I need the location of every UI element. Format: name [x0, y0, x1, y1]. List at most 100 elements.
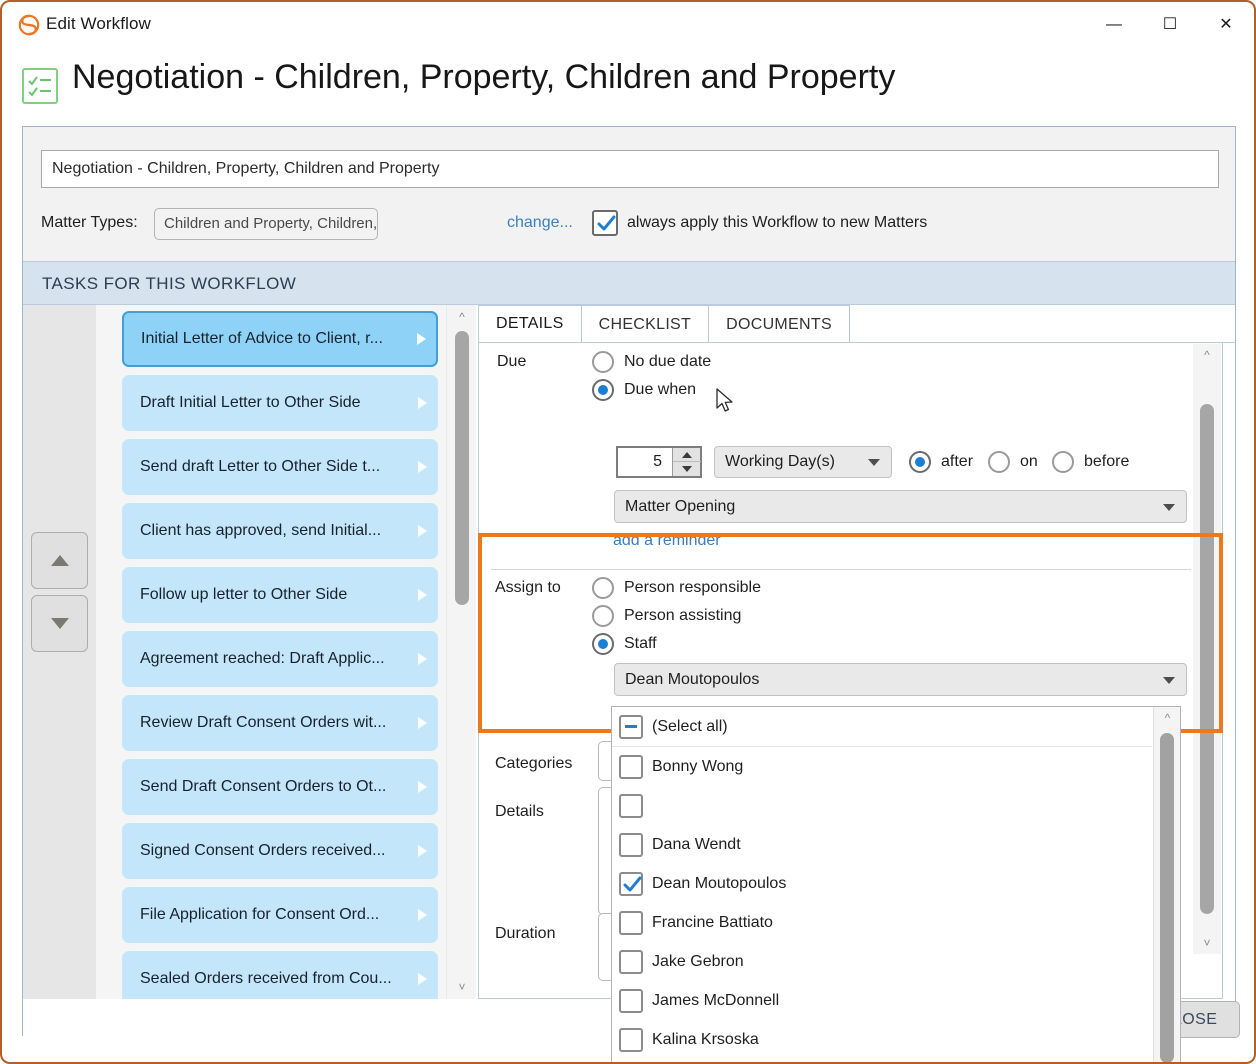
move-task-down-button[interactable]	[31, 595, 88, 652]
dropdown-item-label: Bonny Wong	[652, 757, 744, 775]
task-item[interactable]: Initial Letter of Advice to Client, r...	[122, 311, 438, 367]
tab-details[interactable]: DETAILS	[478, 305, 582, 343]
tab-checklist[interactable]: CHECKLIST	[580, 305, 710, 343]
tab-documents[interactable]: DOCUMENTS	[708, 305, 850, 343]
task-item[interactable]: Agreement reached: Draft Applic...	[122, 631, 438, 687]
scrollbar-thumb[interactable]	[1200, 404, 1214, 914]
scroll-up-icon[interactable]: ^	[1154, 707, 1180, 729]
checkbox-icon[interactable]	[619, 988, 643, 1013]
task-item[interactable]: Follow up letter to Other Side	[122, 567, 438, 623]
task-label: Send Draft Consent Orders to Ot...	[140, 778, 387, 795]
checkbox-icon[interactable]	[619, 832, 643, 857]
change-matter-types-link[interactable]: change...	[507, 214, 573, 232]
page-title: Negotiation - Children, Property, Childr…	[72, 58, 896, 96]
dropdown-item[interactable]: Bonny Wong	[612, 747, 1152, 786]
task-label: Review Draft Consent Orders wit...	[140, 714, 387, 731]
staff-select[interactable]: Dean Moutopoulos	[614, 663, 1187, 696]
arrow-down-icon	[682, 466, 692, 472]
no-due-date-radio[interactable]	[592, 351, 614, 373]
checkbox-icon[interactable]	[619, 754, 643, 779]
dropdown-item[interactable]: Francine Battiato	[612, 903, 1152, 942]
task-item[interactable]: Signed Consent Orders received...	[122, 823, 438, 879]
dropdown-item-selected[interactable]: Dean Moutopoulos	[612, 864, 1152, 903]
close-window-button[interactable]: ✕	[1198, 2, 1254, 48]
minimize-icon: —	[1106, 16, 1122, 33]
task-list-scrollbar[interactable]: ^ ˅	[446, 305, 476, 999]
matter-types-value: Children and Property, Children, Propert…	[154, 208, 378, 240]
dropdown-item[interactable]: Dana Wendt	[612, 825, 1152, 864]
checkbox-partial-icon[interactable]	[619, 714, 643, 739]
chevron-down-icon	[868, 459, 880, 466]
checklist-icon	[22, 68, 58, 104]
chevron-right-icon	[418, 717, 427, 729]
due-label: Due	[497, 353, 527, 370]
dropdown-scrollbar[interactable]: ^	[1153, 707, 1180, 1063]
staff-dropdown-list[interactable]: (Select all) Bonny Wong Dana Wendt Dean …	[611, 706, 1181, 1064]
checkbox-icon[interactable]	[619, 1027, 643, 1052]
add-reminder-link[interactable]: add a reminder	[613, 532, 721, 550]
detail-panel-scrollbar[interactable]: ^ ˅	[1193, 344, 1221, 954]
task-item[interactable]: Send Draft Consent Orders to Ot...	[122, 759, 438, 815]
due-unit-select[interactable]: Working Day(s)	[714, 446, 892, 478]
always-apply-label: always apply this Workflow to new Matter…	[627, 214, 928, 231]
checkbox-checked-icon[interactable]	[619, 871, 643, 896]
checkbox-icon[interactable]	[619, 793, 643, 818]
checkbox-icon[interactable]	[619, 910, 643, 935]
dropdown-item[interactable]: Kalina Krsoska	[612, 1020, 1152, 1059]
page-header: Negotiation - Children, Property, Childr…	[2, 48, 1254, 126]
task-item[interactable]: File Application for Consent Ord...	[122, 887, 438, 943]
task-item[interactable]: Send draft Letter to Other Side t...	[122, 439, 438, 495]
dropdown-item-select-all[interactable]: (Select all)	[612, 707, 1152, 746]
scrollbar-thumb[interactable]	[1160, 733, 1174, 1063]
always-apply-checkbox[interactable]	[592, 210, 618, 236]
window-title: Edit Workflow	[46, 14, 151, 33]
due-amount-value[interactable]: 5	[618, 448, 668, 476]
offset-after-radio[interactable]	[909, 451, 931, 473]
task-item[interactable]: Draft Initial Letter to Other Side	[122, 375, 438, 431]
scroll-down-icon[interactable]: ˅	[1193, 932, 1221, 954]
due-event-value: Matter Opening	[625, 497, 736, 515]
task-item[interactable]: Sealed Orders received from Cou...	[122, 951, 438, 999]
offset-on-radio[interactable]	[988, 451, 1010, 473]
due-when-radio[interactable]	[592, 379, 614, 401]
dropdown-item-label: Jake Gebron	[652, 952, 744, 970]
edit-workflow-window: Edit Workflow — ☐ ✕ Negotiation - Childr…	[0, 0, 1256, 1064]
move-task-up-button[interactable]	[31, 532, 88, 589]
dropdown-item[interactable]: Jake Gebron	[612, 942, 1152, 981]
categories-label: Categories	[495, 755, 573, 772]
dropdown-item[interactable]: James McDonnell	[612, 981, 1152, 1020]
task-label: Signed Consent Orders received...	[140, 842, 386, 859]
minimize-button[interactable]: —	[1086, 2, 1142, 48]
no-due-date-label: No due date	[624, 353, 712, 370]
due-unit-value: Working Day(s)	[725, 453, 835, 470]
workflow-name-input[interactable]: Negotiation - Children, Property, Childr…	[41, 150, 1219, 188]
task-item[interactable]: Review Draft Consent Orders wit...	[122, 695, 438, 751]
arrow-down-icon	[50, 618, 69, 629]
offset-before-radio[interactable]	[1052, 451, 1074, 473]
task-list[interactable]: Initial Letter of Advice to Client, r...…	[96, 305, 446, 999]
matter-types-label: Matter Types:	[41, 214, 138, 231]
stepper-up-button[interactable]	[673, 448, 701, 462]
chevron-right-icon	[418, 973, 427, 985]
scroll-up-icon[interactable]: ^	[447, 305, 477, 329]
stepper-buttons[interactable]	[672, 448, 701, 476]
due-event-select[interactable]: Matter Opening	[614, 490, 1187, 523]
person-assisting-radio[interactable]	[592, 605, 614, 627]
checkbox-icon[interactable]	[619, 949, 643, 974]
staff-radio[interactable]	[592, 633, 614, 655]
tab-label: DOCUMENTS	[726, 315, 832, 333]
task-item[interactable]: Client has approved, send Initial...	[122, 503, 438, 559]
maximize-button[interactable]: ☐	[1142, 2, 1198, 48]
scroll-down-icon[interactable]: ˅	[447, 975, 477, 999]
task-label: Draft Initial Letter to Other Side	[140, 394, 361, 411]
chevron-right-icon	[418, 525, 427, 537]
person-responsible-label: Person responsible	[624, 579, 761, 596]
scrollbar-thumb[interactable]	[455, 331, 469, 605]
scroll-up-icon[interactable]: ^	[1193, 344, 1221, 366]
chevron-right-icon	[418, 461, 427, 473]
stepper-down-button[interactable]	[673, 462, 701, 476]
dropdown-item[interactable]	[612, 786, 1152, 825]
due-amount-stepper[interactable]: 5	[616, 446, 702, 478]
person-responsible-radio[interactable]	[592, 577, 614, 599]
chevron-down-icon	[1163, 676, 1175, 684]
